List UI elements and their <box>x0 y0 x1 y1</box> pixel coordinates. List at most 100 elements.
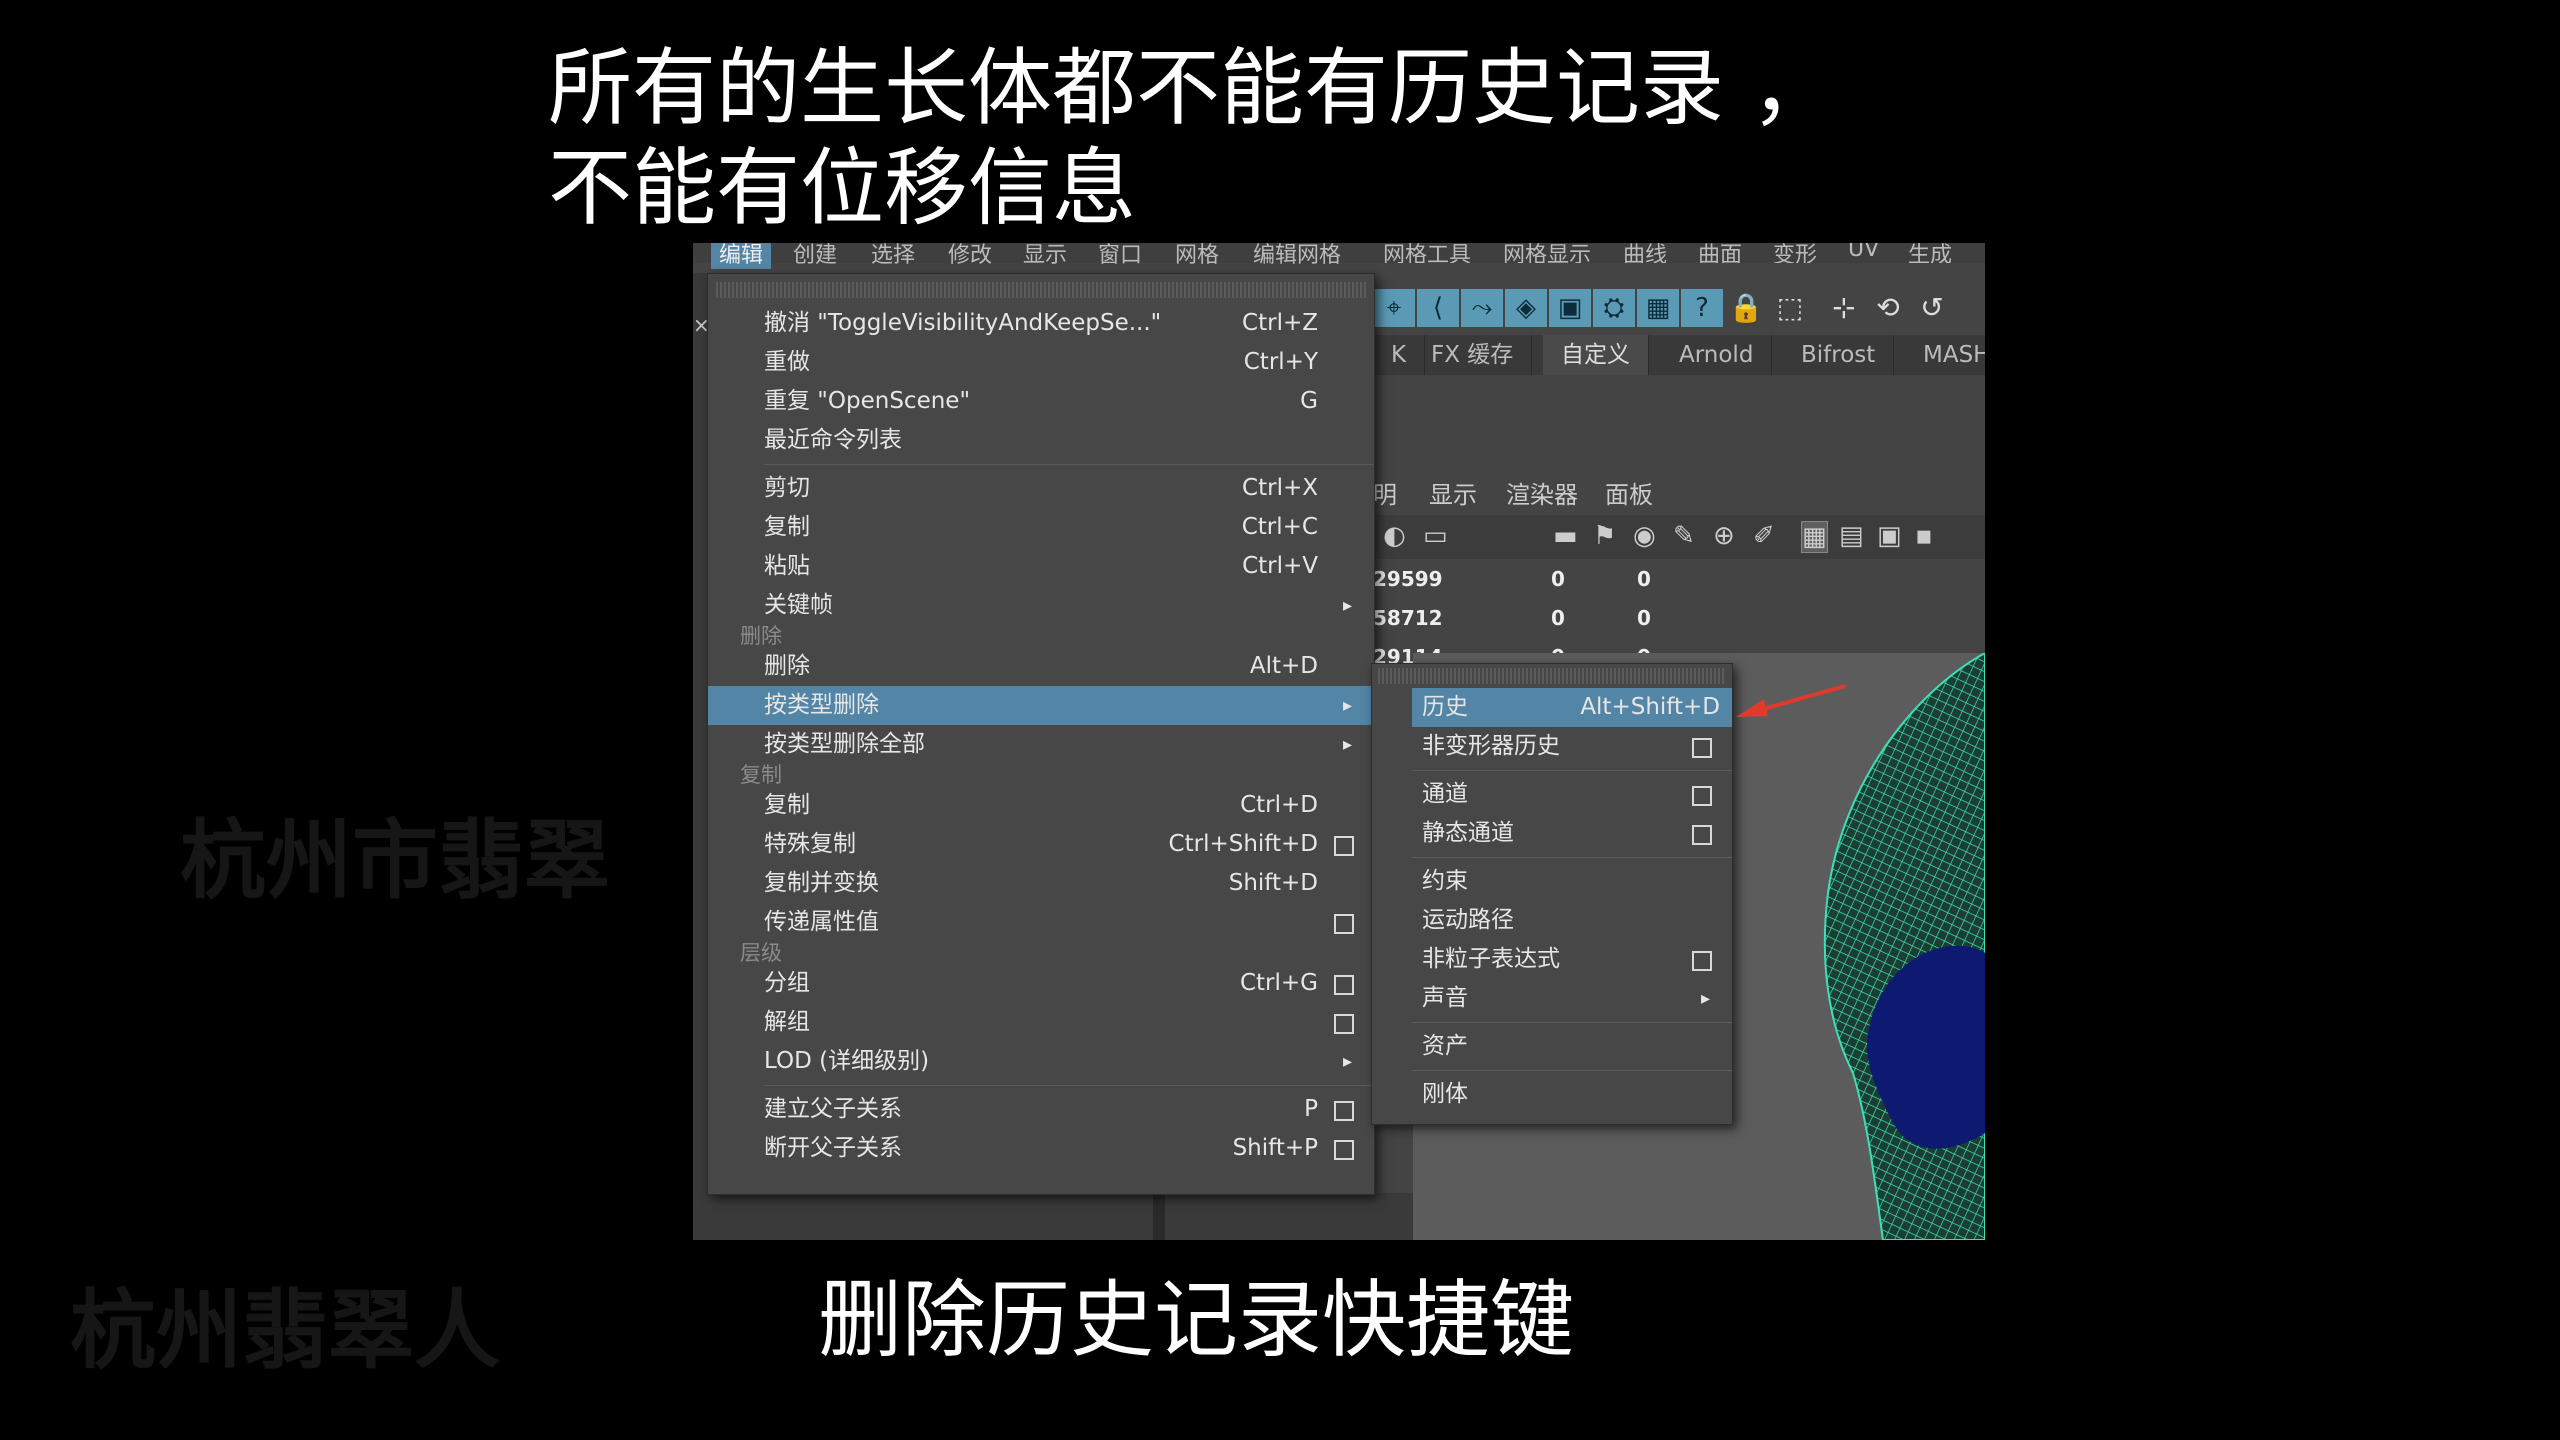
menu-tear-off[interactable] <box>716 282 1366 298</box>
menu-item-duplicate[interactable]: 复制 Ctrl+D <box>708 786 1374 825</box>
shelf-tab[interactable]: FX 缓存 <box>1413 335 1533 375</box>
panel-menu-renderer[interactable]: 渲染器 <box>1506 475 1578 515</box>
option-box-icon[interactable] <box>1692 786 1712 806</box>
menu-item-channels[interactable]: 通道 <box>1412 775 1732 814</box>
option-box-icon[interactable] <box>1692 951 1712 971</box>
menu-item-cut[interactable]: 剪切 Ctrl+X <box>708 469 1374 508</box>
menu-item-unparent[interactable]: 断开父子关系 Shift+P <box>708 1129 1374 1168</box>
option-box-icon[interactable] <box>1334 1140 1354 1160</box>
menu-item-delete[interactable]: 删除 Alt+D <box>708 647 1374 686</box>
lock-icon[interactable]: 🔒 <box>1725 289 1767 327</box>
panel-menu-panels[interactable]: 面板 <box>1605 475 1653 515</box>
menu-display[interactable]: 显示 <box>1023 243 1067 269</box>
paint-icon[interactable]: ✐ <box>1753 521 1775 551</box>
menu-item-lod[interactable]: LOD (详细级别) ▸ <box>708 1042 1374 1081</box>
panel-menu-lighting[interactable]: 明 <box>1373 475 1397 515</box>
menu-item-label: 特殊复制 <box>764 831 856 857</box>
camera-attr-icon[interactable]: ▬ <box>1553 521 1578 551</box>
lighting-icon[interactable]: ▪ <box>1915 521 1933 551</box>
option-box-icon[interactable] <box>1334 1014 1354 1034</box>
menu-windows[interactable]: 窗口 <box>1098 243 1142 269</box>
shelf-tab[interactable]: Bifrost <box>1783 335 1895 375</box>
menu-item-non-deformer-history[interactable]: 非变形器历史 <box>1412 727 1732 766</box>
menu-item-repeat[interactable]: 重复 "OpenScene" G <box>708 382 1374 421</box>
menu-item-sound[interactable]: 声音 ▸ <box>1412 979 1732 1018</box>
menu-item-delete-by-type[interactable]: 按类型删除 ▸ <box>708 686 1374 725</box>
menu-item-non-particle-expressions[interactable]: 非粒子表达式 <box>1412 940 1732 979</box>
menu-item-motion-paths[interactable]: 运动路径 <box>1412 901 1732 940</box>
xray-icon[interactable]: ⊕ <box>1713 521 1735 551</box>
close-icon[interactable]: × <box>693 313 710 337</box>
menu-item-delete-all-by-type[interactable]: 按类型删除全部 ▸ <box>708 725 1374 764</box>
menu-edit[interactable]: 编辑 <box>711 243 772 269</box>
menu-item-rigid-bodies[interactable]: 刚体 <box>1412 1075 1732 1114</box>
lasso-icon[interactable]: ⊹ <box>1823 289 1865 327</box>
menu-item-transfer-attributes[interactable]: 传递属性值 <box>708 903 1374 942</box>
wireframe-icon[interactable]: ▦ <box>1801 521 1828 553</box>
menu-edit-mesh[interactable]: 编辑网格 <box>1253 243 1341 269</box>
menu-item-label: 按类型删除全部 <box>764 731 925 757</box>
menu-divider <box>1412 770 1732 771</box>
soft-select-icon[interactable]: ↺ <box>1911 289 1953 327</box>
shelf-tab[interactable]: MASH <box>1905 335 1985 375</box>
grid-toggle-icon[interactable]: ✎ <box>1673 521 1695 551</box>
shaded-icon[interactable]: ▤ <box>1839 521 1864 551</box>
menu-item-duplicate-transform[interactable]: 复制并变换 Shift+D <box>708 864 1374 903</box>
menu-item-keys[interactable]: 关键帧 ▸ <box>708 586 1374 625</box>
camera-icon[interactable]: ◐ <box>1383 521 1406 551</box>
bookmark-icon[interactable]: ⚑ <box>1593 521 1616 551</box>
paint-select-icon[interactable]: ⟲ <box>1867 289 1909 327</box>
menu-item-label: 资产 <box>1422 1033 1468 1059</box>
slide-title-line: 所有的生长体都不能有历史记录 ， <box>548 39 1835 137</box>
snap-grid-icon[interactable]: ▦ <box>1637 289 1679 327</box>
option-box-icon[interactable] <box>1692 738 1712 758</box>
submenu-arrow-icon: ▸ <box>1342 695 1352 716</box>
textured-icon[interactable]: ▣ <box>1877 521 1902 551</box>
watermark-text: 杭州翡翠人 <box>70 1281 500 1381</box>
snap-view-icon[interactable]: ▣ <box>1549 289 1591 327</box>
shelf-tab-custom[interactable]: 自定义 <box>1543 335 1649 375</box>
option-box-icon[interactable] <box>1334 1101 1354 1121</box>
menu-item-assets[interactable]: 资产 <box>1412 1027 1732 1066</box>
shelf-tab[interactable]: Arnold <box>1661 335 1773 375</box>
curve-tool-icon[interactable]: ⟨ <box>1417 289 1459 327</box>
menu-create[interactable]: 创建 <box>793 243 837 269</box>
edit-menu: 撤消 "ToggleVisibilityAndKeepSe..." Ctrl+Z … <box>707 273 1375 1195</box>
menu-divider <box>764 464 1374 465</box>
menu-uv[interactable]: UV <box>1848 243 1879 262</box>
film-gate-icon[interactable]: ▭ <box>1423 521 1448 551</box>
option-box-icon[interactable] <box>1692 825 1712 845</box>
isolate-icon[interactable]: ◉ <box>1633 521 1656 551</box>
option-box-icon[interactable] <box>1334 836 1354 856</box>
menu-item-recent-commands[interactable]: 最近命令列表 <box>708 421 1374 460</box>
menu-item-group[interactable]: 分组 Ctrl+G <box>708 964 1374 1003</box>
menu-item-static-channels[interactable]: 静态通道 <box>1412 814 1732 853</box>
menu-item-copy[interactable]: 复制 Ctrl+C <box>708 508 1374 547</box>
help-icon[interactable]: ? <box>1681 289 1723 327</box>
menu-select[interactable]: 选择 <box>871 243 915 269</box>
menu-item-parent[interactable]: 建立父子关系 P <box>708 1090 1374 1129</box>
panel-divider[interactable] <box>1153 1193 1165 1240</box>
cursor-select-icon[interactable]: ⬚ <box>1769 289 1811 327</box>
option-box-icon[interactable] <box>1334 914 1354 934</box>
option-box-icon[interactable] <box>1334 975 1354 995</box>
menu-item-ungroup[interactable]: 解组 <box>708 1003 1374 1042</box>
snap-surface-icon[interactable]: ⛭ <box>1593 289 1635 327</box>
menu-mesh[interactable]: 网格 <box>1175 243 1219 269</box>
select-tool-icon[interactable]: ⌖ <box>1373 289 1415 327</box>
menu-item-undo[interactable]: 撤消 "ToggleVisibilityAndKeepSe..." Ctrl+Z <box>708 304 1374 343</box>
menu-item-label: 重做 <box>764 349 810 375</box>
slide-title: 所有的生长体都不能有历史记录 ， 不能有位移信息 <box>548 38 1835 238</box>
snap-curve-icon[interactable]: ⤳ <box>1461 289 1503 327</box>
snap-point-icon[interactable]: ◈ <box>1505 289 1547 327</box>
submenu-arrow-icon: ▸ <box>1342 595 1352 616</box>
menu-modify[interactable]: 修改 <box>948 243 992 269</box>
menu-item-paste[interactable]: 粘贴 Ctrl+V <box>708 547 1374 586</box>
menu-item-constraints[interactable]: 约束 <box>1412 862 1732 901</box>
menu-item-redo[interactable]: 重做 Ctrl+Y <box>708 343 1374 382</box>
panel-menu-show[interactable]: 显示 <box>1429 475 1477 515</box>
menu-tear-off[interactable] <box>1378 668 1726 684</box>
menu-item-duplicate-special[interactable]: 特殊复制 Ctrl+Shift+D <box>708 825 1374 864</box>
menu-item-history[interactable]: 历史 Alt+Shift+D <box>1412 688 1732 727</box>
menu-item-label: 复制并变换 <box>764 870 879 896</box>
